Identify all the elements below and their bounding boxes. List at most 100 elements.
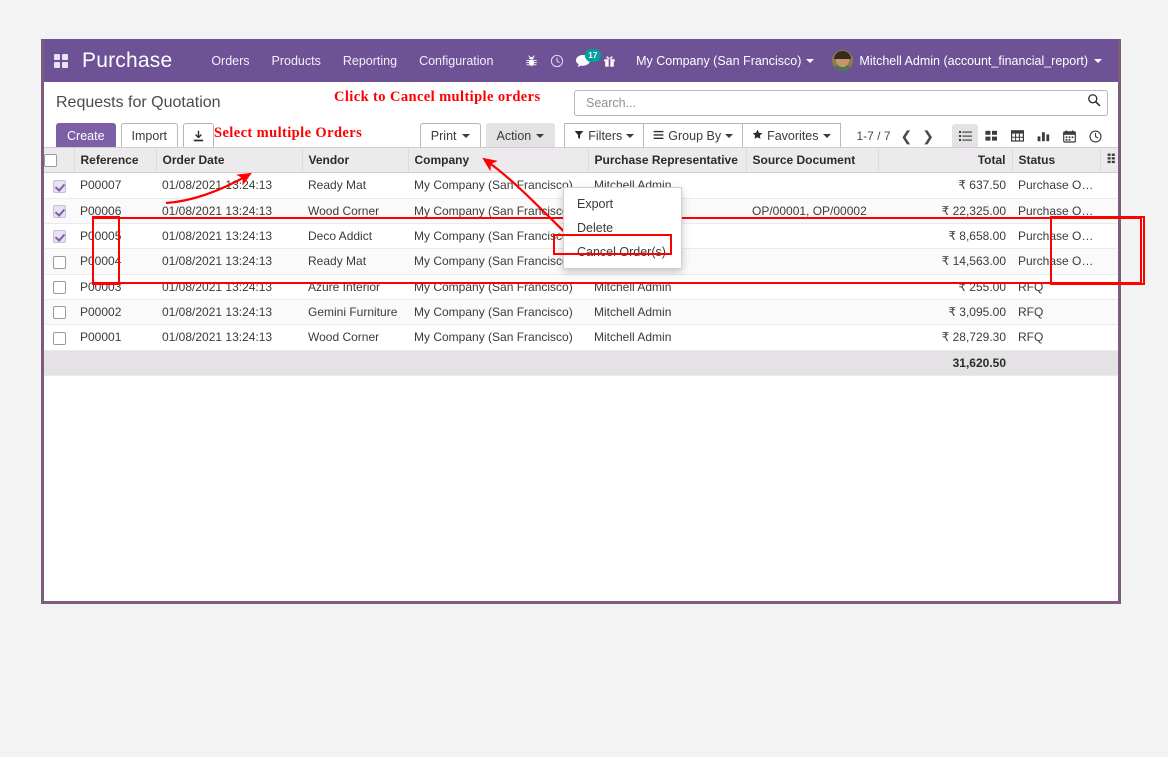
cell-reference: P00003	[74, 274, 156, 300]
search-icon[interactable]	[1087, 93, 1101, 112]
control-panel-top-row: Requests for Quotation Click to Cancel m…	[56, 89, 1108, 116]
column-header-status[interactable]: Status	[1011, 147, 1100, 174]
cell-company: My Company (San Francisco)	[408, 324, 588, 351]
optional-columns-icon[interactable]	[1099, 147, 1118, 174]
row-checkbox[interactable]	[52, 331, 66, 345]
cell-total: ₹ 22,325.00	[878, 198, 1012, 224]
control-panel-buttons-row: Create Import Select multiple Orders Pri…	[56, 123, 1108, 149]
cell-representative: Mitchell Admin	[588, 299, 746, 326]
list-view-icon[interactable]	[952, 123, 978, 149]
activity-clock-icon[interactable]	[544, 39, 570, 82]
action-menu-item-delete[interactable]: Delete	[564, 216, 681, 240]
column-header-order-date[interactable]: Order Date	[155, 147, 302, 174]
row-select-cell[interactable]	[44, 299, 74, 326]
print-button[interactable]: Print	[419, 123, 481, 149]
cell-source-document: OP/00001, OP/00002	[746, 198, 878, 224]
pivot-view-icon[interactable]	[1004, 123, 1030, 149]
select-all-checkbox[interactable]	[44, 154, 57, 168]
total-row-cell	[302, 349, 408, 376]
filters-button[interactable]: Filters	[564, 123, 645, 149]
table-row[interactable]: P00001 01/08/2021 13:24:13 Wood Corner My C…	[44, 324, 1118, 351]
column-header-reference[interactable]: Reference	[73, 147, 156, 174]
table-row[interactable]: P00002 01/08/2021 13:24:13 Gemini Furnitur…	[44, 299, 1118, 326]
messages-icon[interactable]: 17	[570, 39, 601, 82]
cell-company: My Company (San Francisco)	[408, 248, 588, 275]
download-icon-button[interactable]	[182, 123, 214, 149]
row-spacer-cell	[1100, 274, 1118, 300]
row-select-cell[interactable]	[44, 172, 74, 199]
action-menu-item-cancel-orders[interactable]: Cancel Order(s)	[564, 240, 681, 264]
cell-order-date: 01/08/2021 13:24:13	[156, 223, 302, 250]
cell-company: My Company (San Francisco)	[408, 299, 588, 326]
row-checkbox[interactable]	[52, 306, 66, 320]
column-header-representative[interactable]: Purchase Representative	[587, 147, 746, 174]
column-header-total[interactable]: Total	[877, 147, 1012, 174]
kanban-view-icon[interactable]	[978, 123, 1004, 149]
cell-source-document	[746, 299, 878, 326]
menu-item-configuration[interactable]: Configuration	[408, 48, 504, 74]
apps-grid-glyph	[54, 53, 68, 68]
import-button[interactable]: Import	[120, 123, 178, 149]
row-checkbox[interactable]	[52, 204, 66, 218]
cell-source-document	[746, 324, 878, 351]
column-header-source-document[interactable]: Source Document	[745, 147, 878, 174]
total-row-cell	[408, 349, 588, 376]
menu-item-reporting[interactable]: Reporting	[332, 48, 408, 74]
pager: 1-7 / 7 ❮ ❯	[857, 128, 935, 145]
search-input[interactable]	[584, 94, 1087, 111]
main-menu: Orders Products Reporting Configuration	[200, 48, 504, 74]
cell-total: ₹ 3,095.00	[878, 299, 1012, 326]
menu-item-products[interactable]: Products	[261, 48, 332, 74]
row-select-cell[interactable]	[44, 198, 74, 224]
app-brand-title[interactable]: Purchase	[78, 49, 178, 73]
graph-view-icon[interactable]	[1030, 123, 1056, 149]
row-checkbox[interactable]	[52, 255, 66, 269]
chevron-down-icon	[822, 134, 831, 138]
group-by-button[interactable]: Group By	[643, 123, 744, 149]
chevron-down-icon	[536, 134, 545, 138]
row-checkbox[interactable]	[52, 230, 66, 244]
search-view[interactable]	[574, 89, 1108, 116]
calendar-view-icon[interactable]	[1056, 123, 1082, 149]
user-menu[interactable]: Mitchell Admin (account_financial_report…	[822, 50, 1106, 71]
row-select-cell[interactable]	[44, 274, 74, 300]
cell-reference: P00006	[74, 198, 156, 224]
row-select-cell[interactable]	[44, 223, 74, 250]
apps-grid-icon[interactable]	[44, 39, 78, 82]
previous-page-icon[interactable]: ❮	[901, 128, 913, 145]
row-spacer-cell	[1100, 198, 1118, 224]
row-spacer-cell	[1100, 223, 1118, 250]
cell-status: RFQ	[1012, 274, 1100, 300]
column-header-vendor[interactable]: Vendor	[301, 147, 408, 174]
column-header-company[interactable]: Company	[407, 147, 588, 174]
cell-vendor: Deco Addict	[302, 223, 408, 250]
table-row[interactable]: P00003 01/08/2021 13:24:13 Azure Interior M…	[44, 274, 1118, 300]
cell-order-date: 01/08/2021 13:24:13	[156, 299, 302, 326]
row-checkbox[interactable]	[52, 280, 66, 294]
action-menu-item-export[interactable]: Export	[564, 192, 681, 216]
activity-view-icon[interactable]	[1082, 123, 1108, 149]
row-spacer-cell	[1100, 248, 1118, 275]
cell-source-document	[746, 248, 878, 275]
select-all-header[interactable]	[44, 147, 74, 174]
row-checkbox[interactable]	[52, 179, 66, 193]
cell-total: ₹ 28,729.30	[878, 324, 1012, 351]
top-navbar: Purchase Orders Products Reporting Confi…	[44, 39, 1118, 82]
row-select-cell[interactable]	[44, 324, 74, 351]
action-button[interactable]: Action	[485, 123, 556, 149]
action-button-label: Action	[496, 129, 532, 143]
favorites-button[interactable]: Favorites	[742, 123, 841, 149]
gift-icon[interactable]	[596, 39, 622, 82]
row-select-cell[interactable]	[44, 248, 74, 275]
print-button-label: Print	[430, 129, 457, 143]
company-switcher[interactable]: My Company (San Francisco)	[622, 54, 822, 68]
action-dropdown-menu: Export Delete Cancel Order(s)	[553, 187, 682, 269]
create-button[interactable]: Create	[56, 123, 116, 149]
total-row-cell	[746, 349, 878, 376]
row-spacer-cell	[1100, 324, 1118, 351]
user-name: Mitchell Admin (account_financial_report…	[859, 53, 1088, 68]
debug-bug-icon[interactable]	[518, 39, 544, 82]
menu-item-orders[interactable]: Orders	[200, 48, 260, 74]
next-page-icon[interactable]: ❯	[922, 128, 934, 145]
star-icon	[752, 129, 763, 143]
